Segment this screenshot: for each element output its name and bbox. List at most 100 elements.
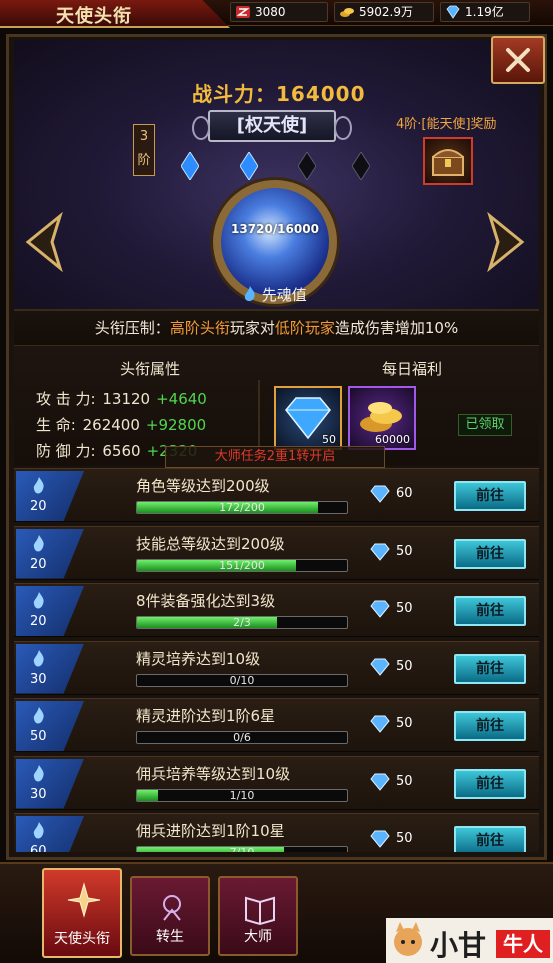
page-title: 天使头衔 (56, 6, 132, 27)
task-reward: 50 (396, 716, 413, 731)
next-tier-reward-label: 4阶·[能天使]奖励 (396, 117, 497, 132)
reward-chest[interactable] (423, 137, 473, 185)
task-points-badge: 30 (16, 643, 84, 694)
daily-reward-diamonds[interactable]: 50 (274, 386, 342, 450)
task-progress-text: 151/200 (219, 558, 265, 572)
task-progress-bar: 7/10 (136, 846, 348, 852)
task-progress-bar: 1/10 (136, 788, 348, 802)
resource-value: 1.19亿 (465, 5, 504, 19)
task-reward: 50 (396, 831, 413, 846)
task-points-badge: 50 (16, 701, 84, 751)
task-go-button[interactable]: 前往 (454, 711, 526, 741)
gem-empty-icon (352, 152, 370, 180)
task-progress-bar: 0/6 (136, 731, 348, 744)
diamond-icon (446, 5, 460, 19)
task-progress-bar: 172/200 (136, 501, 348, 514)
tab-angel-title[interactable]: 天使头衔 (42, 868, 122, 958)
task-list[interactable]: 20 角色等级达到200级 172/200 60 前往 20 技能总等级达到200级 151/… (14, 468, 539, 852)
soul-flame-icon (33, 534, 44, 551)
diamond-icon (370, 600, 390, 618)
resource-value: 3080 (255, 5, 286, 19)
red-card-icon (236, 6, 250, 18)
diamond-icon (370, 830, 390, 848)
task-name: 8件装备强化达到3级 (136, 592, 276, 610)
resource-red-card: 3080 (230, 2, 328, 22)
task-go-button[interactable]: 前往 (454, 653, 526, 684)
diamond-icon (370, 543, 390, 561)
diamond-icon (370, 715, 390, 733)
gem-empty-icon (298, 152, 316, 180)
task-go-button[interactable]: 前往 (454, 596, 526, 626)
task-reward: 50 (396, 773, 413, 789)
soul-value-text: 13720/16000 (231, 222, 319, 236)
task-go-button[interactable]: 前往 (454, 768, 526, 799)
previous-rank-arrow-icon[interactable] (20, 212, 74, 272)
soul-flame-icon (33, 649, 44, 666)
title-tab: 天使头衔 (0, 0, 230, 28)
task-progress-text: 7/10 (137, 847, 347, 852)
task-points-badge: 30 (16, 758, 84, 809)
rebirth-emblem-icon (163, 895, 181, 921)
task-row: 20 8件装备强化达到3级 2/3 50 前往 (14, 583, 539, 637)
attribute-title: 头衔属性 (120, 360, 181, 378)
task-row: 30 佣兵培养等级达到10级 1/10 50 前往 (14, 755, 539, 810)
resource-value: 5902.9万 (359, 5, 413, 19)
task-points-badge: 20 (16, 528, 84, 579)
task-name: 角色等级达到200级 (136, 477, 270, 495)
task-progress-text: 0/10 (229, 673, 255, 687)
task-reward: 50 (396, 658, 413, 674)
next-rank-arrow-icon[interactable] (476, 212, 530, 272)
task-progress-text: 2/3 (233, 616, 251, 629)
task-go-button[interactable]: 前往 (454, 481, 526, 511)
master-task-notice: 大师任务2重1转开启 (165, 446, 385, 468)
task-points-badge: 20 (16, 586, 84, 636)
soul-flame-icon (33, 822, 44, 839)
soul-flame-icon (33, 592, 44, 609)
gem-filled-icon (240, 152, 258, 180)
task-row: 30 精灵培养达到10级 0/10 50 前往 (14, 640, 539, 695)
close-icon (506, 48, 530, 72)
soul-value-label: 先魂值 (243, 284, 307, 305)
tier-badge: 3阶 (133, 124, 155, 176)
task-progress-text: 1/10 (229, 788, 255, 802)
close-button[interactable] (491, 36, 545, 84)
tab-master[interactable]: 大师 (218, 876, 298, 956)
task-name: 技能总等级达到200级 (136, 534, 285, 553)
site-watermark: 小甘 牛人 (386, 918, 553, 963)
task-go-button[interactable]: 前往 (454, 538, 526, 569)
daily-benefit-title: 每日福利 (382, 360, 443, 378)
task-progress-text: 172/200 (219, 501, 265, 514)
task-reward: 60 (396, 486, 413, 501)
task-name: 佣兵进阶达到1阶10星 (136, 822, 285, 840)
master-book-icon (245, 896, 275, 926)
task-progress-bar: 2/3 (136, 616, 348, 629)
soul-flame-icon (33, 707, 44, 724)
task-name: 佣兵培养等级达到10级 (136, 764, 291, 783)
task-row: 20 角色等级达到200级 172/200 60 前往 (14, 468, 539, 522)
soul-flame-icon (244, 286, 255, 301)
task-reward: 50 (396, 543, 413, 559)
soul-flame-icon (33, 764, 44, 781)
task-progress-text: 0/6 (233, 731, 251, 744)
task-progress-bar: 0/10 (136, 673, 348, 687)
attr-life: 生 命: 262400 +92800 (36, 416, 207, 434)
attr-attack: 攻 击 力: 13120 +4640 (36, 390, 207, 408)
task-progress-bar: 151/200 (136, 558, 348, 572)
task-go-button[interactable]: 前往 (454, 826, 526, 852)
task-row: 20 技能总等级达到200级 151/200 50 前往 (14, 525, 539, 580)
task-reward: 50 (396, 601, 413, 616)
daily-reward-gold[interactable]: 60000 (348, 386, 416, 450)
task-points-badge: 20 (16, 471, 84, 521)
resource-gold: 5902.9万 (334, 2, 434, 22)
task-row: 50 精灵进阶达到1阶6星 0/6 50 前往 (14, 698, 539, 752)
tab-rebirth[interactable]: 转生 (130, 876, 210, 956)
cat-mascot-icon (394, 922, 422, 956)
treasure-chest-icon (432, 149, 464, 176)
diamond-icon (370, 485, 390, 503)
diamond-icon (370, 773, 390, 791)
combat-power: 战斗力：164000 (192, 82, 366, 106)
task-points-badge: 60 (16, 816, 84, 852)
title-suppression-note: 头衔压制：高阶头衔玩家对低阶玩家造成伤害增加10% (14, 310, 539, 346)
soul-flame-icon (33, 477, 44, 494)
task-name: 精灵培养达到10级 (136, 649, 261, 668)
